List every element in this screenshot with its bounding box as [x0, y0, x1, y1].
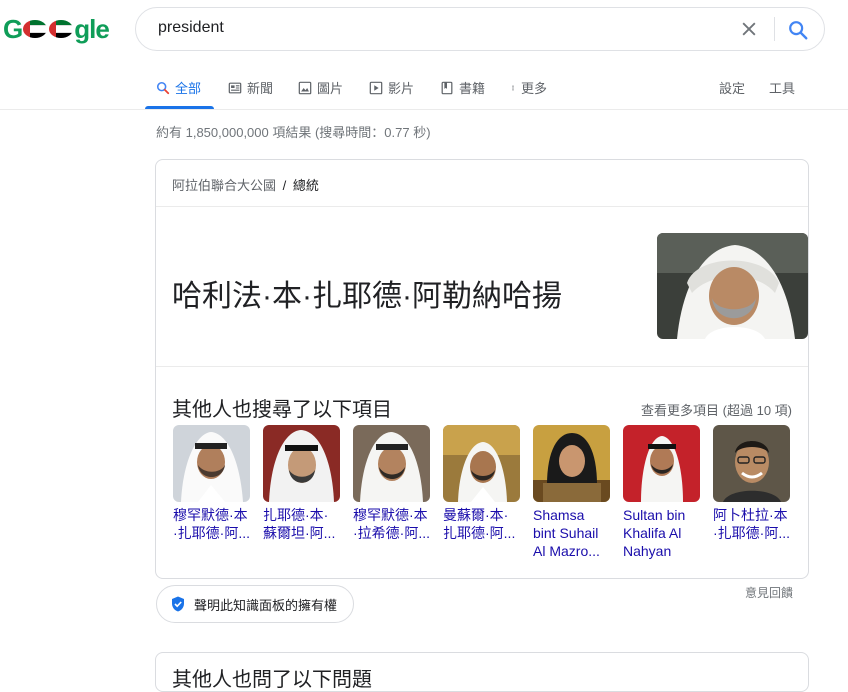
uae-flag-doodle-2 — [49, 20, 74, 38]
main-portrait-image[interactable] — [657, 233, 808, 339]
tab-videos-label: 影片 — [388, 81, 415, 96]
uae-flag-doodle — [23, 20, 48, 38]
verified-shield-icon — [172, 596, 184, 612]
related-person[interactable]: 阿卜杜拉·本·扎耶德·阿... — [713, 425, 790, 560]
people-also-ask-card: 其他人也問了以下問題 — [155, 652, 809, 692]
more-dots-icon — [512, 85, 514, 90]
people-also-ask-title: 其他人也問了以下問題 — [172, 669, 372, 691]
view-more-link[interactable]: 查看更多項目 (超過 10 項) — [641, 400, 792, 419]
tab-videos[interactable]: 影片 — [369, 78, 414, 97]
related-person-name: 阿卜杜拉·本·扎耶德·阿... — [713, 507, 790, 541]
breadcrumb-parent[interactable]: 阿拉伯聯合大公國 — [172, 178, 276, 193]
google-logo[interactable]: G gle — [3, 12, 110, 46]
search-divider — [774, 17, 775, 41]
breadcrumb: 阿拉伯聯合大公國 / 總統 — [172, 175, 319, 194]
page-title: 哈利法·本·扎耶德·阿勒納哈揚 — [172, 280, 562, 313]
portrait-photo — [443, 425, 520, 502]
news-icon — [228, 82, 242, 93]
related-person-name: Shamsa bint Suhail Al Mazro... — [533, 507, 600, 559]
tools-label: 工具 — [769, 81, 796, 96]
related-person-name: 曼蘇爾·本·扎耶德·阿... — [443, 507, 516, 541]
related-person[interactable]: 穆罕默德·本·拉希德·阿... — [353, 425, 430, 560]
portrait-photo — [353, 425, 430, 502]
tab-images[interactable]: 圖片 — [298, 78, 343, 97]
related-person[interactable]: Shamsa bint Suhail Al Mazro... — [533, 425, 610, 560]
active-tab-indicator — [145, 106, 214, 109]
portrait-photo — [623, 425, 700, 502]
search-tabs: 全部 新聞 圖片 影片 書籍 更多 設定 工具 — [0, 60, 848, 110]
image-icon — [298, 81, 312, 94]
people-also-search-title: 其他人也搜尋了以下項目 — [172, 399, 392, 421]
book-icon — [441, 81, 453, 94]
breadcrumb-current: 總統 — [292, 178, 319, 193]
related-person[interactable]: 穆罕默德·本·扎耶德·阿... — [173, 425, 250, 560]
tab-books-label: 書籍 — [459, 81, 486, 96]
search-icon[interactable] — [787, 19, 809, 41]
tab-more-label: 更多 — [521, 81, 548, 96]
claim-panel-label: 聲明此知識面板的擁有權 — [194, 597, 338, 613]
divider — [156, 206, 808, 207]
claim-panel-button[interactable]: 聲明此知識面板的擁有權 — [156, 585, 355, 623]
result-stats: 約有 1,850,000,000 項結果 (搜尋時間：0.77 秒) — [156, 125, 431, 140]
related-person-name: 穆罕默德·本·拉希德·阿... — [353, 507, 430, 541]
search-input[interactable] — [156, 18, 720, 38]
related-person-name: 扎耶德·本·蘇爾坦·阿... — [263, 507, 336, 541]
portrait-photo — [173, 425, 250, 502]
knowledge-panel: 阿拉伯聯合大公國 / 總統 哈利法·本·扎耶德·阿勒納哈揚 其他人也搜尋了以下項… — [155, 159, 809, 579]
tab-news[interactable]: 新聞 — [228, 78, 273, 97]
divider — [156, 366, 808, 367]
people-also-search-list: 穆罕默德·本·扎耶德·阿... 扎耶德·本·蘇爾坦·阿... 穆罕默德·本·拉希… — [173, 425, 790, 560]
settings-label: 設定 — [719, 81, 746, 96]
tab-all[interactable]: 全部 — [156, 78, 201, 97]
related-person[interactable]: Sultan bin Khalifa Al Nahyan — [623, 425, 700, 560]
tab-news-label: 新聞 — [247, 81, 274, 96]
logo-letters-gle: gle — [74, 13, 110, 44]
search-icon — [156, 81, 170, 94]
clear-icon[interactable] — [739, 19, 759, 39]
related-person-name: Sultan bin Khalifa Al Nahyan — [623, 507, 686, 559]
portrait-photo — [713, 425, 790, 502]
settings-link[interactable]: 設定 — [719, 78, 745, 97]
search-box — [135, 7, 825, 51]
logo-letter-g: G — [3, 13, 23, 44]
video-icon — [369, 81, 383, 94]
portrait-photo — [533, 425, 610, 502]
related-person[interactable]: 曼蘇爾·本·扎耶德·阿... — [443, 425, 520, 560]
feedback-link[interactable]: 意見回饋 — [745, 584, 793, 601]
tools-link[interactable]: 工具 — [769, 78, 795, 97]
related-person-name: 穆罕默德·本·扎耶德·阿... — [173, 507, 250, 541]
tab-images-label: 圖片 — [317, 81, 344, 96]
tab-books[interactable]: 書籍 — [440, 78, 485, 97]
tab-more[interactable]: 更多 — [510, 78, 547, 97]
breadcrumb-separator: / — [282, 178, 287, 193]
tab-all-label: 全部 — [175, 81, 202, 96]
portrait-photo — [263, 425, 340, 502]
related-person[interactable]: 扎耶德·本·蘇爾坦·阿... — [263, 425, 340, 560]
